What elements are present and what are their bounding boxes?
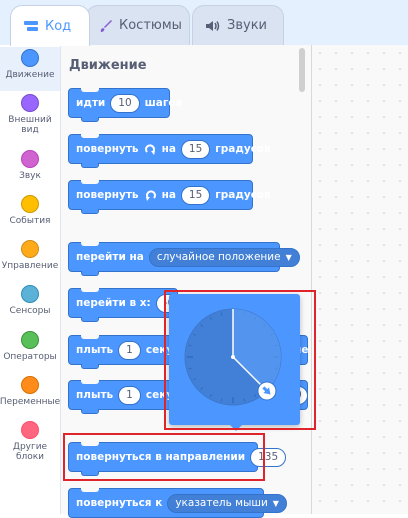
tab-costumes-label: Костюмы	[119, 18, 182, 33]
variables-category-icon	[21, 376, 39, 394]
category-motion[interactable]: Движение	[0, 47, 60, 91]
motion-category-icon	[21, 49, 39, 67]
category-label: Операторы	[3, 352, 57, 362]
direction-dial[interactable]	[169, 294, 300, 425]
tab-sounds[interactable]: Звуки	[192, 5, 284, 45]
category-label: Движение	[5, 70, 55, 80]
turn-left-block[interactable]: повернуть на 15 градусов	[68, 180, 271, 214]
tab-costumes[interactable]: Костюмы	[86, 5, 190, 45]
block-text: повернуться к	[76, 497, 163, 509]
speaker-icon	[205, 19, 221, 33]
looks-category-icon	[21, 94, 39, 112]
block-text: повернуть	[76, 189, 139, 201]
events-category-icon	[21, 195, 39, 213]
tab-sounds-label: Звуки	[227, 18, 267, 33]
category-label: Переменные	[0, 397, 61, 407]
dropdown-value: случайное положение	[156, 250, 281, 263]
category-menu: Движение Внешний вид Звук События Управл…	[0, 45, 61, 514]
sensing-category-icon	[21, 285, 39, 303]
category-label: События	[9, 216, 51, 226]
block-text: повернуться в направлении	[76, 451, 246, 463]
point-in-direction-block[interactable]: повернуться в направлении 135	[68, 442, 287, 476]
tab-code-label: Код	[45, 18, 72, 34]
block-text: градусов	[215, 189, 271, 201]
popup-pointer	[229, 424, 243, 431]
block-text: шагов	[144, 97, 183, 109]
block-text: перейти в x:	[76, 297, 151, 309]
degrees-input[interactable]: 15	[180, 185, 211, 205]
block-text: на	[161, 189, 176, 201]
category-sound[interactable]: Звук	[0, 148, 60, 192]
block-text: плыть	[76, 389, 114, 401]
editor-tabs-bar: Костюмы Звуки Код	[0, 0, 408, 46]
category-operators[interactable]: Операторы	[0, 329, 60, 373]
point-towards-dropdown[interactable]: указатель мыши ▼	[167, 493, 287, 513]
chevron-down-icon: ▼	[285, 252, 292, 262]
category-events[interactable]: События	[0, 193, 60, 237]
move-steps-block[interactable]: идти 10 шагов	[68, 88, 182, 122]
palette-section-title: Движение	[69, 58, 147, 73]
steps-input[interactable]: 10	[110, 93, 140, 113]
dial-center	[231, 355, 235, 359]
seconds-input[interactable]: 1	[118, 385, 141, 405]
category-looks[interactable]: Внешний вид	[0, 92, 60, 136]
block-text: идти	[76, 97, 106, 109]
block-text: на	[161, 143, 176, 155]
rotate-right-icon	[144, 143, 157, 156]
code-blocks-icon	[23, 19, 39, 33]
tab-code[interactable]: Код	[10, 5, 90, 46]
direction-dial-popup	[169, 294, 300, 425]
goto-xy-block[interactable]: перейти в x: -66	[68, 288, 189, 322]
category-label: Другие блоки	[12, 442, 48, 462]
dropdown-value: указатель мыши	[175, 496, 268, 509]
category-my-blocks[interactable]: Другие блоки	[0, 419, 60, 469]
block-text: перейти на	[76, 251, 144, 263]
my-blocks-category-icon	[21, 421, 39, 439]
category-label: Управление	[1, 261, 59, 271]
category-sensing[interactable]: Сенсоры	[0, 283, 60, 327]
goto-block[interactable]: перейти на случайное положение ▼	[68, 242, 300, 276]
block-text: градусов	[215, 143, 271, 155]
script-workspace[interactable]	[311, 45, 408, 514]
turn-right-block[interactable]: повернуть на 15 градусов	[68, 134, 271, 168]
goto-target-dropdown[interactable]: случайное положение ▼	[148, 247, 300, 267]
block-text: плыть	[76, 344, 114, 356]
degrees-input[interactable]: 15	[180, 139, 211, 159]
category-label: Звук	[19, 171, 41, 181]
category-label: Внешний вид	[8, 115, 52, 135]
rotate-left-icon	[144, 189, 157, 202]
block-text: повернуть	[76, 143, 139, 155]
seconds-input[interactable]: 1	[118, 340, 141, 360]
category-control[interactable]: Управление	[0, 238, 60, 282]
category-variables[interactable]: Переменные	[0, 374, 60, 418]
brush-icon	[99, 19, 113, 33]
control-category-icon	[21, 240, 39, 258]
sound-category-icon	[21, 150, 39, 168]
category-label: Сенсоры	[9, 306, 51, 316]
palette-scrollbar[interactable]	[299, 48, 305, 92]
chevron-down-icon: ▼	[272, 498, 279, 508]
direction-input[interactable]: 135	[250, 447, 287, 467]
operators-category-icon	[21, 331, 39, 349]
